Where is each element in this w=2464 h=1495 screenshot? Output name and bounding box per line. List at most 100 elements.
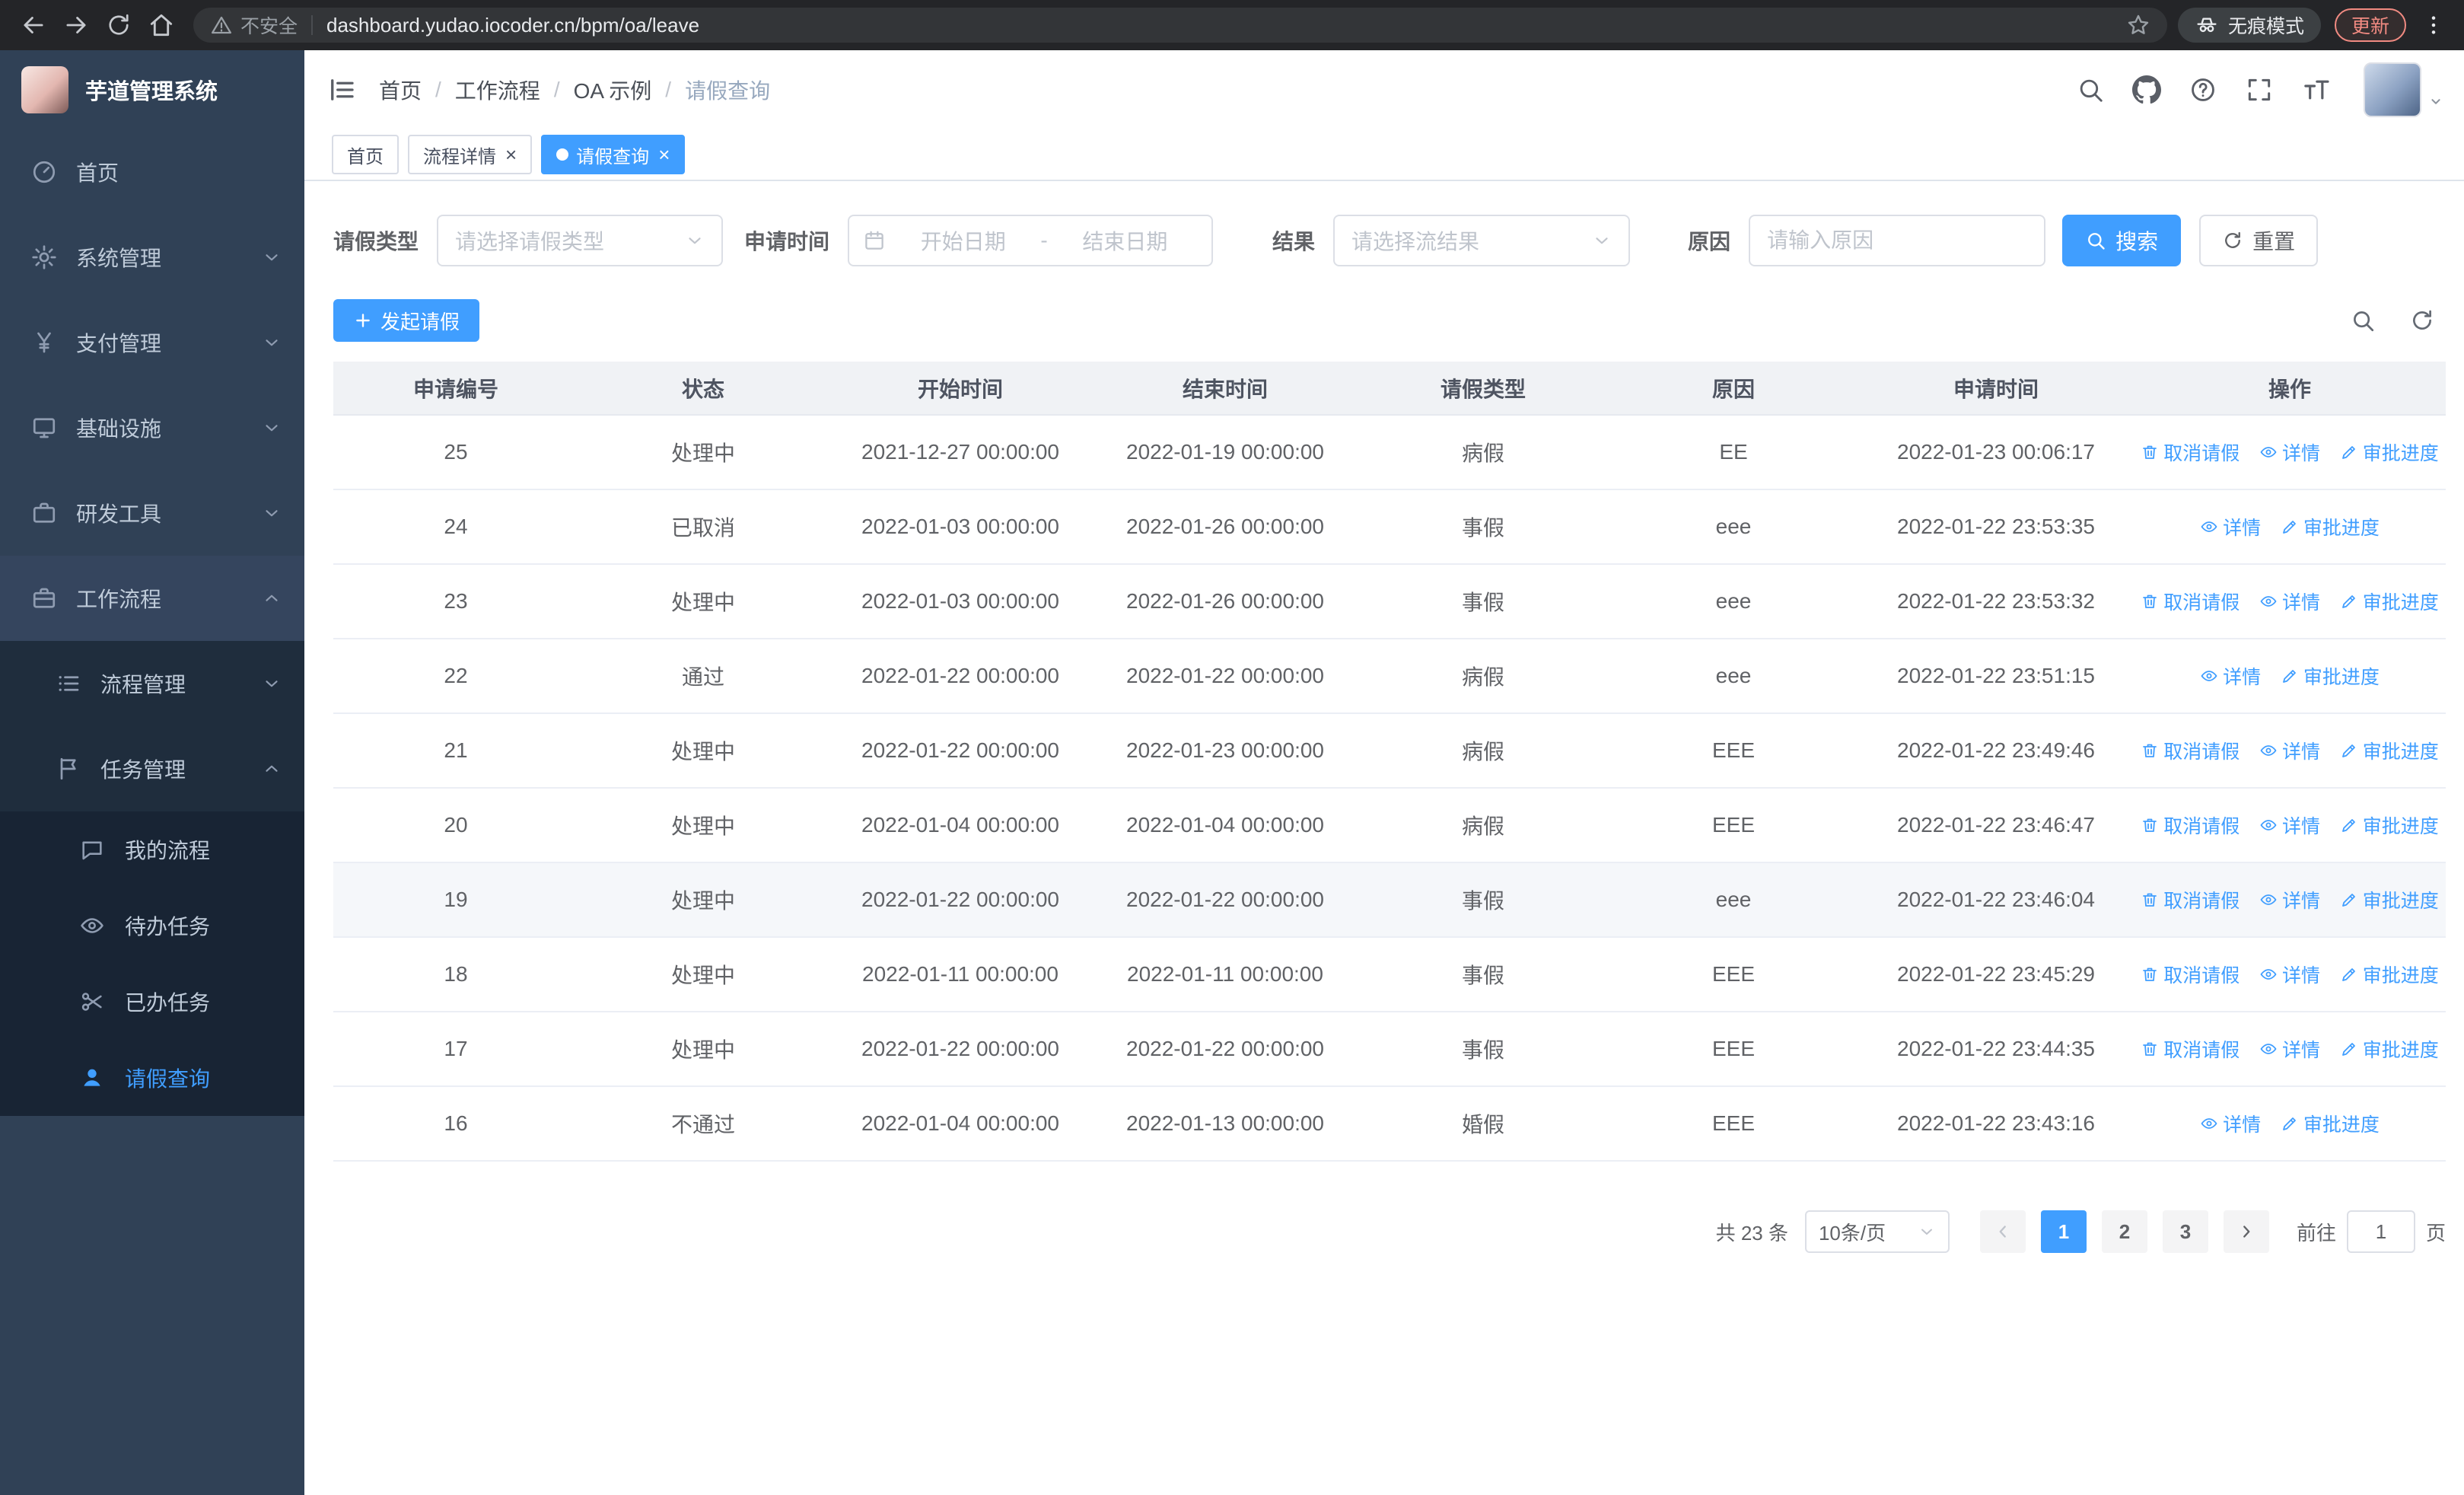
detail-link[interactable]: 详情 <box>2259 588 2320 615</box>
browser-menu-button[interactable] <box>2415 7 2452 43</box>
reason-input[interactable] <box>1749 215 2046 266</box>
create-leave-button[interactable]: 发起请假 <box>333 299 480 342</box>
approval-progress-link[interactable]: 审批进度 <box>2340 961 2439 988</box>
breadcrumb-home[interactable]: 首页 <box>379 75 422 105</box>
update-button[interactable]: 更新 <box>2334 8 2406 42</box>
approval-progress-link[interactable]: 审批进度 <box>2340 811 2439 839</box>
prev-page-button[interactable] <box>1979 1210 2026 1253</box>
table-row[interactable]: 19 处理中 2022-01-22 00:00:00 2022-01-22 00… <box>333 862 2446 938</box>
cancel-leave-link[interactable]: 取消请假 <box>2141 886 2240 913</box>
page-2-button[interactable]: 2 <box>2101 1210 2147 1253</box>
cancel-leave-link[interactable]: 取消请假 <box>2141 811 2240 839</box>
detail-link[interactable]: 详情 <box>2259 438 2320 466</box>
table-row[interactable]: 25 处理中 2021-12-27 00:00:00 2022-01-19 00… <box>333 415 2446 490</box>
approval-progress-link[interactable]: 审批进度 <box>2340 438 2439 466</box>
tab-leave-query[interactable]: 请假查询 × <box>541 135 686 174</box>
user-menu[interactable] <box>2364 62 2444 117</box>
start-date-input[interactable]: 开始日期 <box>890 225 1036 256</box>
detail-link[interactable]: 详情 <box>2259 737 2320 764</box>
browser-forward-button[interactable] <box>55 4 97 46</box>
browser-reload-button[interactable] <box>97 4 140 46</box>
close-icon[interactable]: × <box>658 145 670 164</box>
approval-progress-link[interactable]: 审批进度 <box>2281 1110 2380 1137</box>
end-date-input[interactable]: 结束日期 <box>1052 225 1198 256</box>
page-1-button[interactable]: 1 <box>2040 1210 2087 1253</box>
next-page-button[interactable] <box>2223 1210 2269 1253</box>
result-select[interactable]: 请选择流结果 <box>1333 215 1631 266</box>
close-icon[interactable]: × <box>505 145 517 164</box>
apply-time-range-picker[interactable]: 开始日期 - 结束日期 <box>848 215 1214 266</box>
tab-home[interactable]: 首页 <box>332 135 399 174</box>
security-label[interactable]: 不安全 <box>240 11 298 39</box>
approval-progress-link[interactable]: 审批进度 <box>2340 886 2439 913</box>
search-icon-button[interactable] <box>2076 75 2105 104</box>
sidebar-item-todo-tasks[interactable]: 待办任务 <box>0 888 304 964</box>
detail-link[interactable]: 详情 <box>2200 1110 2261 1137</box>
goto-page-input[interactable] <box>2346 1210 2415 1253</box>
table-row[interactable]: 20 处理中 2022-01-04 00:00:00 2022-01-04 00… <box>333 788 2446 863</box>
fullscreen-icon-button[interactable] <box>2245 75 2274 104</box>
github-icon-button[interactable] <box>2132 75 2161 104</box>
table-row[interactable]: 24 已取消 2022-01-03 00:00:00 2022-01-26 00… <box>333 489 2446 565</box>
table-row[interactable]: 18 处理中 2022-01-11 00:00:00 2022-01-11 00… <box>333 937 2446 1012</box>
sidebar-item-system[interactable]: 系统管理 <box>0 215 304 300</box>
detail-link[interactable]: 详情 <box>2200 662 2261 690</box>
status-cell: 通过 <box>578 639 828 714</box>
table-row[interactable]: 21 处理中 2022-01-22 00:00:00 2022-01-23 00… <box>333 713 2446 789</box>
breadcrumb-workflow[interactable]: 工作流程 <box>455 75 540 105</box>
sidebar-toggle-button[interactable] <box>304 50 379 129</box>
sidebar-item-workflow[interactable]: 工作流程 <box>0 556 304 641</box>
not-secure-warning-icon[interactable] <box>210 14 233 37</box>
cancel-leave-link[interactable]: 取消请假 <box>2141 1035 2240 1063</box>
leave-type-select[interactable]: 请选择请假类型 <box>437 215 724 266</box>
yen-icon <box>30 329 59 356</box>
table-row[interactable]: 17 处理中 2022-01-22 00:00:00 2022-01-22 00… <box>333 1012 2446 1087</box>
table-row[interactable]: 16 不通过 2022-01-04 00:00:00 2022-01-13 00… <box>333 1086 2446 1162</box>
table-row[interactable]: 23 处理中 2022-01-03 00:00:00 2022-01-26 00… <box>333 564 2446 639</box>
cancel-leave-link[interactable]: 取消请假 <box>2141 588 2240 615</box>
detail-link[interactable]: 详情 <box>2259 886 2320 913</box>
cancel-leave-link[interactable]: 取消请假 <box>2141 438 2240 466</box>
browser-back-button[interactable] <box>12 4 55 46</box>
search-button[interactable]: 搜索 <box>2062 215 2182 266</box>
sidebar-item-dev-tools[interactable]: 研发工具 <box>0 470 304 556</box>
chevron-down-icon <box>1592 231 1612 250</box>
sidebar-item-my-process[interactable]: 我的流程 <box>0 811 304 888</box>
col-application-id: 申请编号 <box>333 362 578 416</box>
breadcrumb-oa-example[interactable]: OA 示例 <box>574 75 652 105</box>
detail-link[interactable]: 详情 <box>2200 513 2261 540</box>
tab-process-detail[interactable]: 流程详情 × <box>408 135 533 174</box>
approval-progress-link[interactable]: 审批进度 <box>2281 662 2380 690</box>
avatar[interactable] <box>2364 62 2421 117</box>
approval-progress-link[interactable]: 审批进度 <box>2340 1035 2439 1063</box>
sidebar-item-leave-query[interactable]: 请假查询 <box>0 1040 304 1116</box>
detail-link[interactable]: 详情 <box>2259 811 2320 839</box>
address-bar[interactable]: 不安全 dashboard.yudao.iocoder.cn/bpm/oa/le… <box>193 8 2167 43</box>
url-text[interactable]: dashboard.yudao.iocoder.cn/bpm/oa/leave <box>326 14 2126 37</box>
reset-button[interactable]: 重置 <box>2199 215 2319 266</box>
approval-progress-link[interactable]: 审批进度 <box>2281 513 2380 540</box>
sidebar-item-home[interactable]: 首页 <box>0 129 304 215</box>
sidebar-item-done-tasks[interactable]: 已办任务 <box>0 964 304 1040</box>
approval-progress-link[interactable]: 审批进度 <box>2340 588 2439 615</box>
cancel-leave-link[interactable]: 取消请假 <box>2141 737 2240 764</box>
hide-search-icon-button[interactable] <box>2350 308 2376 333</box>
page-3-button[interactable]: 3 <box>2162 1210 2208 1253</box>
page-size-select[interactable]: 10条/页 <box>1804 1210 1950 1253</box>
sidebar-item-process-management[interactable]: 流程管理 <box>0 641 304 726</box>
end-time-cell: 2022-01-22 00:00:00 <box>1093 862 1358 938</box>
font-size-icon-button[interactable] <box>2301 75 2332 105</box>
refresh-icon-button[interactable] <box>2409 308 2435 333</box>
sidebar-item-payment[interactable]: 支付管理 <box>0 300 304 385</box>
cancel-leave-link[interactable]: 取消请假 <box>2141 961 2240 988</box>
bookmark-star-icon[interactable] <box>2126 13 2150 37</box>
browser-home-button[interactable] <box>140 4 183 46</box>
sidebar-item-task-management[interactable]: 任务管理 <box>0 726 304 811</box>
logo[interactable]: 芋道管理系统 <box>0 50 304 129</box>
table-row[interactable]: 22 通过 2022-01-22 00:00:00 2022-01-22 00:… <box>333 639 2446 714</box>
help-icon-button[interactable] <box>2189 75 2217 104</box>
detail-link[interactable]: 详情 <box>2259 961 2320 988</box>
detail-link[interactable]: 详情 <box>2259 1035 2320 1063</box>
sidebar-item-infrastructure[interactable]: 基础设施 <box>0 385 304 470</box>
approval-progress-link[interactable]: 审批进度 <box>2340 737 2439 764</box>
